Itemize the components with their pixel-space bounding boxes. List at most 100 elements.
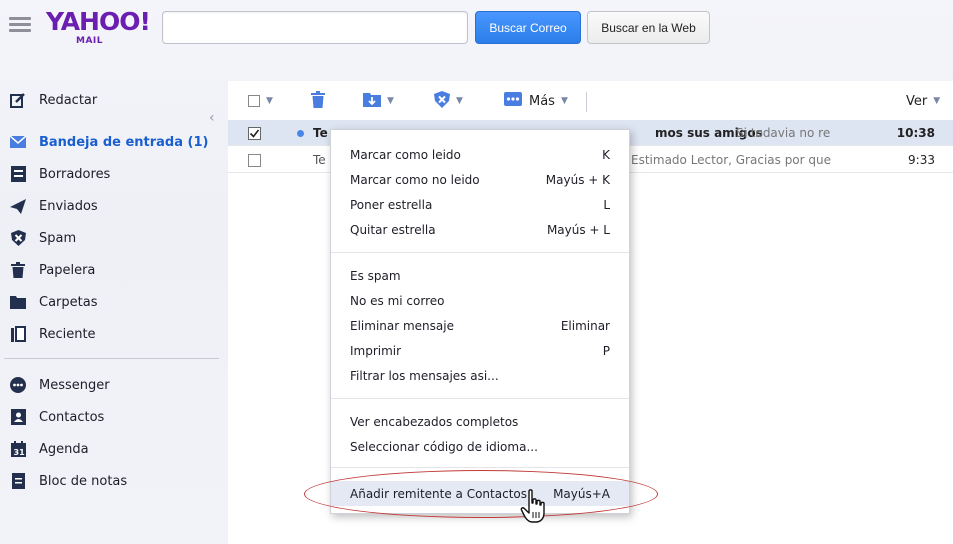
recent-icon [9,325,27,343]
sidebar-item-calendar[interactable]: 31 Agenda [0,435,220,463]
menu-item-label: Poner estrella [350,197,433,212]
message-sender: Te [313,152,326,167]
message-time: 9:33 [908,152,935,167]
select-all-checkbox[interactable]: ▼ [248,91,273,111]
hand-pointer-cursor-icon [520,489,548,529]
menu-item-not-my-mail[interactable]: No es mi correo [331,288,629,313]
collapse-sidebar-icon[interactable]: ‹ [209,110,215,126]
menu-item-label: No es mi correo [350,293,445,308]
toolbar-divider [586,92,587,112]
menu-item-shortcut: P [602,343,610,358]
sidebar-item-drafts[interactable]: Borradores [0,160,220,188]
menu-item-mark-unread[interactable]: Marcar como no leido Mayús + K [331,167,629,192]
menu-item-unstar[interactable]: Quitar estrella Mayús + L [331,217,629,242]
chevron-down-icon: ▼ [933,96,941,106]
sidebar-divider [4,358,219,359]
sidebar-item-label: Enviados [39,198,98,214]
inbox-icon [9,133,27,151]
menu-divider [331,467,629,468]
menu-hamburger-icon[interactable] [9,17,31,33]
menu-item-label: Marcar como leido [350,147,461,162]
menu-item-label: Eliminar mensaje [350,318,454,333]
message-toolbar: ▼ ▼ ▼ Más ▼ Ver ▼ [228,81,953,120]
menu-divider [331,398,629,399]
compose-icon [9,91,27,109]
sidebar-item-recent[interactable]: Reciente [0,320,220,348]
message-context-menu: Marcar como leido K Marcar como no leido M… [330,129,630,514]
menu-item-label: Imprimir [350,343,402,358]
spam-shield-icon [434,90,450,112]
menu-item-label: Ver encabezados completos [350,414,519,429]
sidebar-item-folders[interactable]: Carpetas [0,288,220,316]
logo-sub: MAIL [76,36,104,46]
sidebar-item-compose[interactable]: Redactar [0,86,220,114]
move-button[interactable]: ▼ [363,91,394,111]
spam-shield-icon [9,229,27,247]
sidebar-item-label: Agenda [39,441,89,457]
sidebar-item-trash[interactable]: Papelera [0,256,220,284]
calendar-icon: 31 [9,440,27,458]
drafts-icon [9,165,27,183]
menu-item-language-code[interactable]: Seleccionar código de idioma... [331,434,629,459]
sidebar-item-label: Bandeja de entrada (1) [39,134,209,150]
view-button[interactable]: Ver ▼ [906,91,940,111]
message-time: 10:38 [896,125,935,140]
sidebar-item-label: Contactos [39,409,105,425]
view-label: Ver [906,93,928,109]
menu-item-full-headers[interactable]: Ver encabezados completos [331,409,629,434]
chevron-down-icon: ▼ [560,96,568,106]
search-web-button[interactable]: Buscar en la Web [587,11,710,44]
more-button[interactable]: Más ▼ [504,91,568,111]
menu-item-filter[interactable]: Filtrar los mensajes asi... [331,363,629,388]
sidebar-item-label: Reciente [39,326,96,342]
sidebar-item-label: Borradores [39,166,111,182]
menu-item-shortcut: L [603,197,610,212]
menu-item-mark-read[interactable]: Marcar como leido K [331,142,629,167]
svg-text:31: 31 [13,448,25,457]
unread-indicator [297,130,304,137]
search-mail-button[interactable]: Buscar Correo [475,11,581,44]
sidebar-item-label: Papelera [39,262,96,278]
chevron-down-icon: ▼ [387,96,394,106]
more-dots-icon [504,92,522,110]
delete-button[interactable] [311,90,325,112]
checkbox-icon [248,95,260,107]
menu-item-label: Marcar como no leido [350,172,480,187]
menu-item-print[interactable]: Imprimir P [331,338,629,363]
trash-icon [311,90,325,112]
sidebar-item-spam[interactable]: Spam [0,224,220,252]
highlight-annotation-ellipse [304,470,658,518]
sidebar-item-notepad[interactable]: Bloc de notas [0,467,220,495]
spam-button[interactable]: ▼ [434,90,463,112]
menu-item-shortcut: Mayús + K [545,172,610,187]
message-sender: Te [313,125,328,140]
row-checkbox[interactable] [248,127,261,143]
menu-item-label: Seleccionar código de idioma... [350,439,538,454]
menu-item-delete[interactable]: Eliminar mensaje Eliminar [331,313,629,338]
menu-item-star[interactable]: Poner estrella L [331,192,629,217]
menu-item-label: Quitar estrella [350,222,436,237]
menu-item-shortcut: Mayús + L [546,222,610,237]
menu-item-spam[interactable]: Es spam [331,263,629,288]
chevron-down-icon: ▼ [266,96,273,106]
sidebar-item-label: Redactar [39,92,98,108]
more-label: Más [529,93,555,109]
message-preview: Si todavia no re [736,125,831,140]
sidebar-item-messenger[interactable]: Messenger [0,371,220,399]
sidebar-item-inbox[interactable]: Bandeja de entrada (1) [0,128,220,156]
trash-icon [9,261,27,279]
message-preview: Estimado Lector, Gracias por quer [631,152,831,167]
menu-item-label: Es spam [350,268,401,283]
sent-icon [9,197,27,215]
contacts-icon [9,408,27,426]
search-input[interactable] [162,11,468,44]
sidebar-item-label: Bloc de notas [39,473,128,489]
sidebar-item-contacts[interactable]: Contactos [0,403,220,431]
menu-item-label: Filtrar los mensajes asi... [350,368,499,383]
yahoo-mail-logo[interactable]: YAHOO! MAIL [46,8,151,48]
move-folder-icon [363,92,381,111]
sidebar-item-sent[interactable]: Enviados [0,192,220,220]
menu-item-shortcut: K [602,147,610,162]
sidebar-item-label: Carpetas [39,294,98,310]
row-checkbox[interactable] [248,154,261,170]
